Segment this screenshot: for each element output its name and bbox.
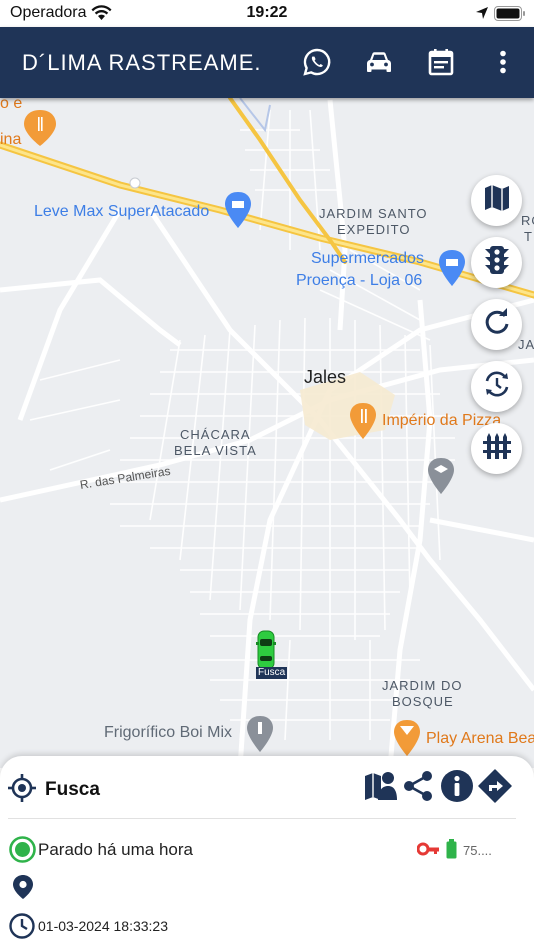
map-label-right-edge-2: T <box>524 229 533 244</box>
map-label-right-edge: RO <box>521 213 534 228</box>
map-label-right-edge-3: JAR <box>518 337 534 352</box>
refresh-button[interactable] <box>471 299 522 350</box>
info-icon <box>440 769 474 808</box>
whatsapp-icon[interactable] <box>300 45 334 79</box>
vehicle-map-label[interactable]: Fusca <box>256 667 288 679</box>
battery-value: 75.... <box>463 843 492 858</box>
clock: 19:22 <box>246 4 288 21</box>
gps-target-icon[interactable] <box>8 774 36 807</box>
map-label-frigorifico[interactable]: Frigorífico Boi Mix <box>104 724 232 742</box>
vehicle-status: Parado há uma hora <box>38 840 193 859</box>
location-arrow-icon <box>475 6 489 25</box>
map-layers-button[interactable] <box>471 175 522 226</box>
panel-divider <box>8 818 516 819</box>
traffic-light-icon <box>484 245 510 280</box>
info-button[interactable] <box>439 769 475 808</box>
map-label-expedito: EXPEDITO <box>337 222 411 237</box>
map-label-supermercados[interactable]: Supermercados <box>311 250 424 268</box>
map-label-bela-vista: BELA VISTA <box>174 443 257 458</box>
map-layers-icon <box>484 184 510 217</box>
map-label-poi-top-left-2: ina <box>0 131 22 148</box>
app-title: D´LIMA RASTREAME... <box>22 50 262 75</box>
battery-level-icon <box>446 839 457 864</box>
map-view[interactable]: o e ina Leve Max SuperAtacado JARDIM SAN… <box>0 98 534 768</box>
share-button[interactable] <box>400 770 436 806</box>
directions-button[interactable] <box>477 768 513 808</box>
status-dot-icon <box>9 836 36 868</box>
map-label-jardim-do: JARDIM DO <box>382 678 463 693</box>
map-label-bosque: BOSQUE <box>392 694 454 709</box>
map-label-jardim-santo: JARDIM SANTO <box>319 206 428 221</box>
street-view-button[interactable] <box>362 770 398 806</box>
map-label-play-arena[interactable]: Play Arena Bea <box>426 730 534 748</box>
sync-button[interactable] <box>471 361 522 412</box>
location-pin-icon <box>12 874 34 905</box>
map-label-chacara: CHÁCARA <box>180 427 251 442</box>
geofence-button[interactable] <box>471 423 522 474</box>
calendar-icon[interactable] <box>424 45 458 79</box>
more-vert-icon[interactable] <box>486 45 520 79</box>
directions-icon <box>478 768 512 808</box>
car-icon[interactable] <box>362 45 396 79</box>
clock-icon <box>9 913 35 944</box>
map-label-poi-top-left: o e <box>0 98 23 112</box>
vehicle-info-panel: Fusca Parado há uma hora 75.... 01-03-20… <box>0 756 534 950</box>
map-person-icon <box>363 770 397 807</box>
last-update-datetime: 01-03-2024 18:33:23 <box>38 918 168 934</box>
map-label-proenca[interactable]: Proença - Loja 06 <box>296 272 422 290</box>
traffic-button[interactable] <box>471 237 522 288</box>
status-bar: Operadora 19:22 <box>0 0 534 27</box>
battery-icon <box>494 6 526 26</box>
ignition-key-icon <box>416 842 440 861</box>
refresh-icon <box>483 308 511 341</box>
map-label-leve-max[interactable]: Leve Max SuperAtacado <box>34 203 209 221</box>
geofence-icon <box>482 432 512 465</box>
share-icon <box>402 770 434 807</box>
app-bar: D´LIMA RASTREAME... <box>0 27 534 98</box>
sync-icon <box>482 369 512 404</box>
vehicle-name: Fusca <box>45 779 100 800</box>
map-label-jales: Jales <box>304 367 347 387</box>
